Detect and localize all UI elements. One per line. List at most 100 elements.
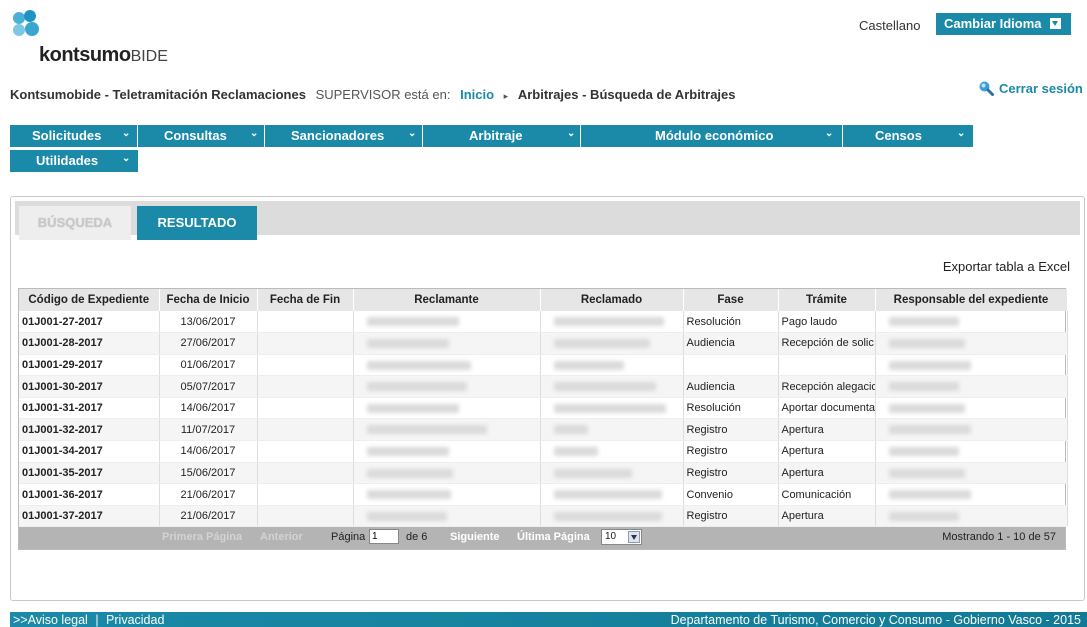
column-header-reclamado[interactable]: Reclamado [540, 289, 684, 311]
footer: >>Aviso legal | Privacidad Departamento … [10, 612, 1087, 627]
table-row[interactable]: 01J001-37-2017 21/06/2017 Registro Apertura [19, 505, 1068, 528]
table-row[interactable]: 01J001-31-2017 14/06/2017 Resolución Aporta… [19, 397, 1068, 420]
cell-reclamado [540, 311, 684, 334]
cell-codigo: 01J001-37-2017 [19, 505, 160, 528]
nav-item-consultas[interactable]: Consultas ⌄ [138, 125, 265, 147]
cell-responsable [875, 397, 1068, 420]
export-excel-link[interactable]: Exportar tabla a Excel [943, 259, 1070, 274]
nav-label: Utilidades [36, 153, 99, 168]
redacted-text [553, 317, 664, 327]
cell-fecha-inicio: 21/06/2017 [159, 505, 258, 528]
cell-codigo: 01J001-36-2017 [19, 483, 160, 506]
cell-fase: Registro [683, 440, 779, 463]
nav-label: Arbitraje [469, 128, 523, 143]
cell-fase: Audiencia [683, 332, 779, 355]
nav-item-utilidades[interactable]: Utilidades ⌄ [10, 150, 138, 172]
privacy-link[interactable]: Privacidad [106, 613, 164, 627]
table-row[interactable]: 01J001-32-2017 11/07/2017 Registro Apertura [19, 418, 1068, 442]
results-panel: BÚSQUEDA RESULTADO Exportar tabla a Exce… [10, 196, 1085, 601]
change-language-label: Cambiar Idioma [944, 16, 1042, 31]
cell-fase: Convenio [683, 483, 779, 506]
redacted-text [553, 446, 598, 456]
page-number-input[interactable] [369, 529, 399, 545]
cell-fecha-fin [257, 483, 354, 506]
table-row[interactable]: 01J001-34-2017 14/06/2017 Registro Apertura [19, 440, 1068, 463]
cell-reclamado [540, 505, 684, 528]
cell-reclamado [540, 332, 684, 355]
cell-responsable [875, 418, 1068, 442]
cell-tramite: Recepción de solic [778, 332, 876, 355]
cell-fecha-fin [257, 375, 354, 398]
tab-busqueda[interactable]: BÚSQUEDA [19, 206, 131, 240]
breadcrumb: Kontsumobide - Teletramitación Reclamaci… [10, 87, 736, 102]
redacted-text [553, 468, 632, 478]
cell-responsable [875, 375, 1068, 398]
prev-page-button[interactable]: Anterior [260, 531, 303, 543]
nav-item-solicitudes[interactable]: Solicitudes ⌄ [10, 125, 138, 147]
cell-reclamante [353, 462, 541, 485]
cell-fecha-inicio: 01/06/2017 [159, 354, 258, 377]
cell-reclamado [540, 397, 684, 420]
cell-tramite: Pago laudo [778, 311, 876, 334]
column-header-fecha-inicio[interactable]: Fecha de Inicio [159, 289, 258, 311]
nav-label: Consultas [164, 128, 227, 143]
nav-label: Módulo económico [655, 128, 774, 143]
first-page-button[interactable]: Primera Página [162, 531, 242, 543]
table-row[interactable]: 01J001-30-2017 05/07/2017 Audiencia Recepci… [19, 375, 1068, 398]
cell-fase: Registro [683, 462, 779, 485]
nav-item-sancionadores[interactable]: Sancionadores ⌄ [265, 125, 423, 147]
last-page-button[interactable]: Última Página [517, 531, 590, 543]
cell-fecha-fin [257, 332, 354, 355]
nav-item-modulo-economico[interactable]: Módulo económico ⌄ [581, 125, 843, 147]
cell-reclamante [353, 418, 541, 442]
redacted-text [553, 511, 662, 521]
cell-fase: Audiencia [683, 375, 779, 398]
user-location-label: SUPERVISOR está en: [315, 87, 451, 102]
cell-tramite: Comunicación [778, 483, 876, 506]
redacted-text [553, 403, 666, 413]
column-header-codigo[interactable]: Código de Expediente [19, 289, 160, 311]
legal-notice-link[interactable]: >>Aviso legal [13, 613, 88, 627]
breadcrumb-current: Arbitrajes - Búsqueda de Arbitrajes [517, 87, 736, 102]
breadcrumb-home-link[interactable]: Inicio [460, 87, 494, 102]
nav-item-arbitraje[interactable]: Arbitraje ⌄ [423, 125, 581, 147]
redacted-text [553, 425, 588, 435]
table-row[interactable]: 01J001-35-2017 15/06/2017 Registro Apertura [19, 462, 1068, 485]
cell-responsable [875, 505, 1068, 528]
kontsumobide-logo: kontsumoBIDE [12, 10, 202, 66]
table-row[interactable]: 01J001-36-2017 21/06/2017 Convenio Comunica… [19, 483, 1068, 506]
logout-link[interactable]: Cerrar sesión [978, 80, 1083, 96]
redacted-text [553, 490, 662, 500]
next-page-button[interactable]: Siguiente [450, 531, 500, 543]
nav-item-censos[interactable]: Censos ⌄ [843, 125, 973, 147]
cell-reclamante [353, 354, 541, 377]
change-language-button[interactable]: Cambiar Idioma [936, 13, 1071, 35]
cell-codigo: 01J001-34-2017 [19, 440, 160, 463]
redacted-text [366, 425, 487, 435]
column-header-fecha-fin[interactable]: Fecha de Fin [257, 289, 354, 311]
page-size-value: 10 [605, 531, 617, 543]
column-header-responsable[interactable]: Responsable del expediente [875, 289, 1068, 311]
page-label: Página [331, 531, 366, 544]
table-row[interactable]: 01J001-28-2017 27/06/2017 Audiencia Recepci… [19, 332, 1068, 355]
cell-responsable [875, 311, 1068, 334]
cell-responsable [875, 440, 1068, 463]
cell-fecha-inicio: 21/06/2017 [159, 483, 258, 506]
redacted-text [888, 360, 971, 370]
cell-fecha-fin [257, 311, 354, 334]
chevron-down-icon: ⌄ [825, 128, 834, 139]
column-header-reclamante[interactable]: Reclamante [353, 289, 541, 311]
page-size-select[interactable]: 10 [601, 529, 642, 546]
cell-reclamante [353, 440, 541, 463]
cell-codigo: 01J001-27-2017 [19, 311, 160, 334]
table-row[interactable]: 01J001-27-2017 13/06/2017 Resolución Pago l… [19, 311, 1068, 334]
redacted-text [366, 446, 449, 456]
column-header-fase[interactable]: Fase [683, 289, 779, 311]
cell-reclamado [540, 440, 684, 463]
tab-resultado[interactable]: RESULTADO [137, 206, 257, 240]
current-language: Castellano [859, 18, 921, 33]
column-header-tramite[interactable]: Trámite [778, 289, 876, 311]
cell-tramite: Apertura [778, 418, 876, 442]
redacted-text [366, 468, 453, 478]
table-row[interactable]: 01J001-29-2017 01/06/2017 [19, 354, 1068, 377]
